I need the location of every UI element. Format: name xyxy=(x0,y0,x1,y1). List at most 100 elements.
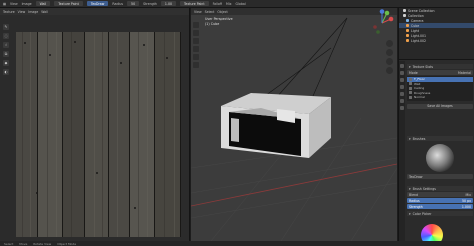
image-editor-header: Texture View Image Wall xyxy=(0,8,189,15)
outliner-item[interactable]: Light.002 xyxy=(399,38,474,43)
brush-preview-image[interactable] xyxy=(426,144,454,172)
nail-mark xyxy=(134,207,136,209)
texture-slots-panel: ▾ Texture Slots Mode Material T_Floor Wal… xyxy=(407,64,473,109)
properties-tabs xyxy=(399,61,405,246)
blend-field[interactable]: Blend Mix xyxy=(407,192,473,197)
navigation-gizmo[interactable] xyxy=(369,9,395,37)
scene-tab-icon[interactable] xyxy=(400,85,404,89)
wood-grain xyxy=(138,32,139,237)
mode-field[interactable]: Mode Material xyxy=(407,70,473,75)
viewport-mode-dropdown[interactable]: Texture Paint xyxy=(180,1,209,6)
camera-view-icon[interactable] xyxy=(386,58,393,65)
light-icon xyxy=(406,29,409,32)
falloff-dropdown[interactable]: Falloff xyxy=(213,2,222,6)
slot-label: Normal xyxy=(414,95,425,100)
top-header-bar: ▦ View Image Wall Texture Paint TexDraw … xyxy=(0,0,474,8)
x-axis-line xyxy=(191,163,397,207)
properties-editor: Scene Collection Collection Camera Cube … xyxy=(398,8,474,246)
image-selector[interactable]: Wall xyxy=(35,1,51,6)
brush-name-field[interactable]: TexDraw xyxy=(407,174,473,179)
wood-grain xyxy=(71,32,72,237)
brushes-panel: ▾ Brushes TexDraw xyxy=(407,136,473,179)
plank xyxy=(155,32,181,237)
wood-grain xyxy=(94,32,95,237)
outliner: Scene Collection Collection Camera Cube … xyxy=(399,8,474,60)
blend-value: Mix xyxy=(465,192,471,197)
blend-dropdown[interactable]: Mix xyxy=(226,2,232,6)
strength-field[interactable]: Strength 1.000 xyxy=(407,204,473,209)
blend-label: Blend xyxy=(409,192,419,197)
nail-mark xyxy=(143,44,145,46)
panel-title: Brushes xyxy=(412,136,426,141)
image-editor-header-item[interactable]: Image xyxy=(28,10,38,14)
strength-field[interactable]: 1.00 xyxy=(160,1,177,6)
image-editor-header-item[interactable]: Wall xyxy=(41,10,48,14)
mask-tool-icon[interactable]: ◐ xyxy=(3,69,9,75)
radius-label: Radius xyxy=(112,1,124,6)
plank xyxy=(16,32,38,237)
nail-mark xyxy=(96,172,98,174)
image-editor-area: Texture View Image Wall ✎ ◌ ☝ ⧉ ◆ ◐ xyxy=(0,8,190,246)
zoom-icon[interactable] xyxy=(386,40,393,47)
radius-value: 50 px xyxy=(462,198,471,203)
texture-tab-icon[interactable] xyxy=(400,106,404,110)
color-picker-header[interactable]: ▾ Color Picker xyxy=(407,211,473,216)
radius-field[interactable]: 50 xyxy=(127,1,140,6)
camera-line xyxy=(275,17,348,99)
plank xyxy=(85,32,109,237)
save-all-images-button[interactable]: Save All Images xyxy=(407,103,473,109)
strength-label: Strength xyxy=(143,1,157,6)
slot-label: Wall xyxy=(414,81,421,86)
3d-viewport[interactable]: View Select Object User Perspective (1) … xyxy=(191,8,397,241)
room-inner-wall xyxy=(231,118,239,142)
mode-value: Material xyxy=(458,70,471,75)
view-menu[interactable]: View xyxy=(10,2,18,6)
brush-selector[interactable]: TexDraw xyxy=(86,1,109,6)
editor-type-icon[interactable]: ▦ xyxy=(3,2,6,6)
image-editor-header-item[interactable]: Texture xyxy=(3,10,15,14)
image-menu[interactable]: Image xyxy=(22,2,32,6)
smear-tool-icon[interactable]: ☝ xyxy=(3,42,9,48)
brushes-header[interactable]: ▾ Brushes xyxy=(407,136,473,141)
image-editor-header-item[interactable]: View xyxy=(18,10,26,14)
wood-plank-texture[interactable] xyxy=(16,32,181,237)
outliner-item-label: Light.001 xyxy=(411,33,427,38)
nail-mark xyxy=(120,62,122,64)
image-icon xyxy=(409,86,412,90)
texture-slots-header[interactable]: ▾ Texture Slots xyxy=(407,64,473,69)
wood-grain xyxy=(164,32,165,237)
image-icon xyxy=(409,95,412,99)
collection-icon xyxy=(403,9,406,12)
soften-tool-icon[interactable]: ◌ xyxy=(3,33,9,39)
nail-mark xyxy=(36,192,38,194)
outliner-item-label: Light xyxy=(411,28,419,33)
tool-tab-icon[interactable] xyxy=(400,64,404,68)
outliner-item-label: Collection xyxy=(408,13,424,18)
texture-paint-mode-dropdown[interactable]: Texture Paint xyxy=(54,1,83,6)
output-tab-icon[interactable] xyxy=(400,78,404,82)
strength-value: 1.000 xyxy=(461,204,471,209)
wood-grain xyxy=(102,32,103,237)
image-icon xyxy=(409,91,412,95)
outliner-item-label: Light.002 xyxy=(411,38,427,43)
radius-field[interactable]: Radius 50 px xyxy=(407,198,473,203)
texture-slot[interactable]: Normal xyxy=(407,95,473,100)
material-tab-icon[interactable] xyxy=(400,99,404,103)
wood-grain xyxy=(47,32,48,237)
global-toggle[interactable]: Global xyxy=(236,2,246,6)
render-tab-icon[interactable] xyxy=(400,71,404,75)
nail-mark xyxy=(74,41,76,43)
image-icon xyxy=(409,82,412,86)
plank xyxy=(63,32,85,237)
draw-tool-icon[interactable]: ✎ xyxy=(3,24,9,30)
grid-ortho-icon[interactable] xyxy=(386,67,393,74)
fill-tool-icon[interactable]: ◆ xyxy=(3,60,9,66)
mode-label: Mode xyxy=(409,70,418,75)
status-item: Select xyxy=(4,241,14,246)
strength-label: Strength xyxy=(409,204,423,209)
pan-hand-icon[interactable] xyxy=(386,49,393,56)
viewport-scene xyxy=(191,17,397,241)
object-tab-icon[interactable] xyxy=(400,92,404,96)
clone-tool-icon[interactable]: ⧉ xyxy=(3,51,9,57)
brush-settings-header[interactable]: ▾ Brush Settings xyxy=(407,186,473,191)
